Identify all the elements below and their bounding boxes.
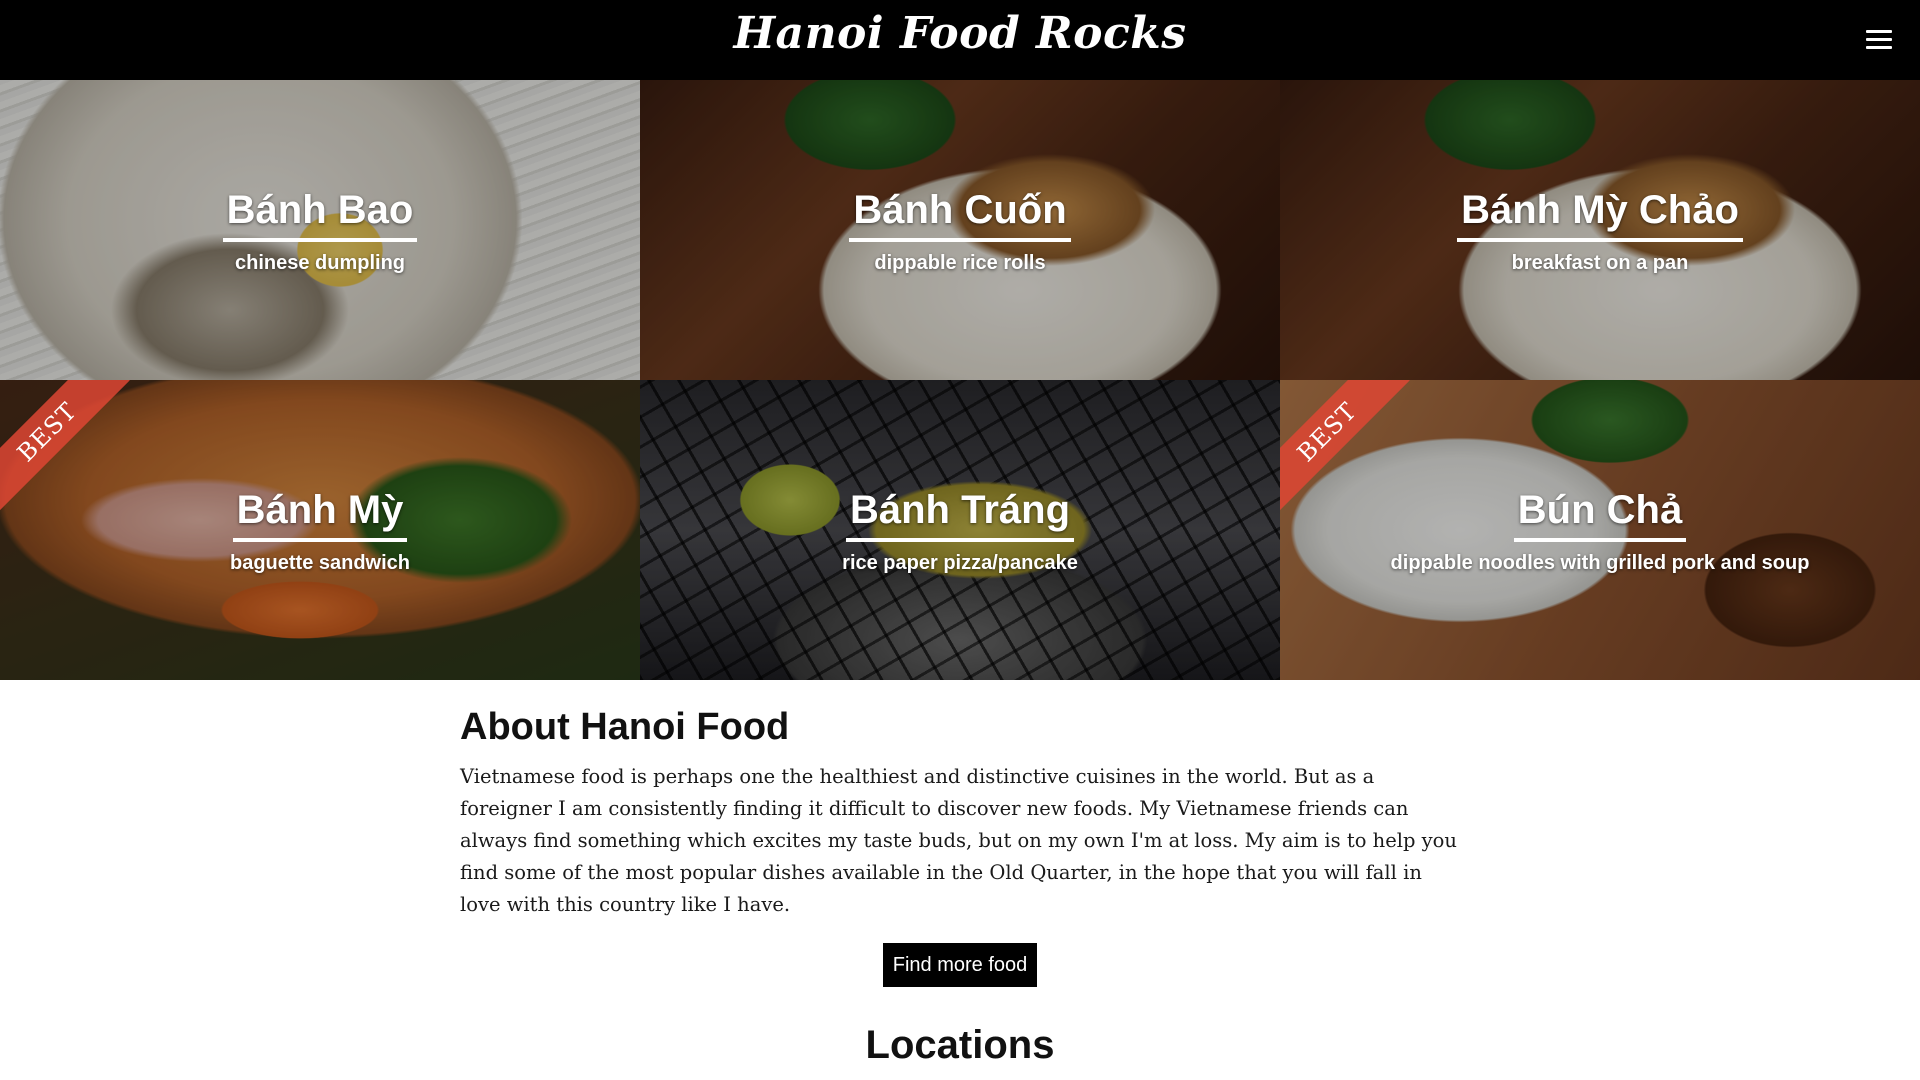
food-caption: Bún Chả dippable noodles with grilled po… xyxy=(1280,380,1920,680)
about-heading: About Hanoi Food xyxy=(460,706,790,748)
food-caption: Bánh Cuốn dippable rice rolls xyxy=(640,80,1280,380)
title-underline xyxy=(845,537,1075,542)
food-tile-banh-my-chao[interactable]: Bánh Mỳ Chảo breakfast on a pan xyxy=(1280,80,1920,380)
food-subtitle: breakfast on a pan xyxy=(1511,251,1689,274)
food-title: Bánh Tráng xyxy=(849,487,1071,532)
title-underline xyxy=(232,537,408,542)
hamburger-bar xyxy=(1866,30,1892,33)
food-title: Bánh Mỳ xyxy=(236,487,404,532)
food-tile-banh-bao[interactable]: Bánh Bao chinese dumpling xyxy=(0,80,640,380)
food-title: Bánh Cuốn xyxy=(853,187,1067,232)
food-subtitle: dippable rice rolls xyxy=(874,251,1046,274)
title-underline xyxy=(222,237,418,242)
food-subtitle: baguette sandwich xyxy=(229,551,411,574)
food-subtitle: rice paper pizza/pancake xyxy=(842,551,1078,574)
site-logo-title[interactable]: Hanoi Food Rocks xyxy=(0,8,1920,59)
title-underline xyxy=(1513,537,1687,542)
title-underline xyxy=(849,237,1071,242)
hamburger-bar xyxy=(1866,46,1892,49)
food-subtitle: chinese dumpling xyxy=(234,251,406,274)
food-tile-banh-cuon[interactable]: Bánh Cuốn dippable rice rolls xyxy=(640,80,1280,380)
food-caption: Bánh Bao chinese dumpling xyxy=(0,80,640,380)
find-more-food-button[interactable]: Find more food xyxy=(883,943,1037,987)
food-tile-banh-my[interactable]: BEST Bánh Mỳ baguette sandwich xyxy=(0,380,640,680)
food-grid: Bánh Bao chinese dumpling Bánh Cuốn dipp… xyxy=(0,80,1920,680)
locations-heading: Locations xyxy=(865,1023,1055,1067)
food-title: Bánh Bao xyxy=(226,187,414,232)
hamburger-bar xyxy=(1866,38,1892,41)
food-tile-banh-trang[interactable]: Bánh Tráng rice paper pizza/pancake xyxy=(640,380,1280,680)
top-navbar: Hanoi Food Rocks xyxy=(0,0,1920,80)
about-section: About Hanoi Food Vietnamese food is perh… xyxy=(460,680,1460,1068)
food-caption: Bánh Mỳ baguette sandwich xyxy=(0,380,640,680)
food-title: Bánh Mỳ Chảo xyxy=(1461,187,1739,232)
hamburger-menu-icon[interactable] xyxy=(1866,28,1892,50)
food-title: Bún Chả xyxy=(1517,487,1683,532)
about-paragraph: Vietnamese food is perhaps one the healt… xyxy=(460,765,1457,916)
food-caption: Bánh Tráng rice paper pizza/pancake xyxy=(640,380,1280,680)
food-caption: Bánh Mỳ Chảo breakfast on a pan xyxy=(1280,80,1920,380)
food-subtitle: dippable noodles with grilled pork and s… xyxy=(1390,551,1810,574)
title-underline xyxy=(1457,237,1743,242)
food-tile-bun-cha[interactable]: BEST Bún Chả dippable noodles with grill… xyxy=(1280,380,1920,680)
